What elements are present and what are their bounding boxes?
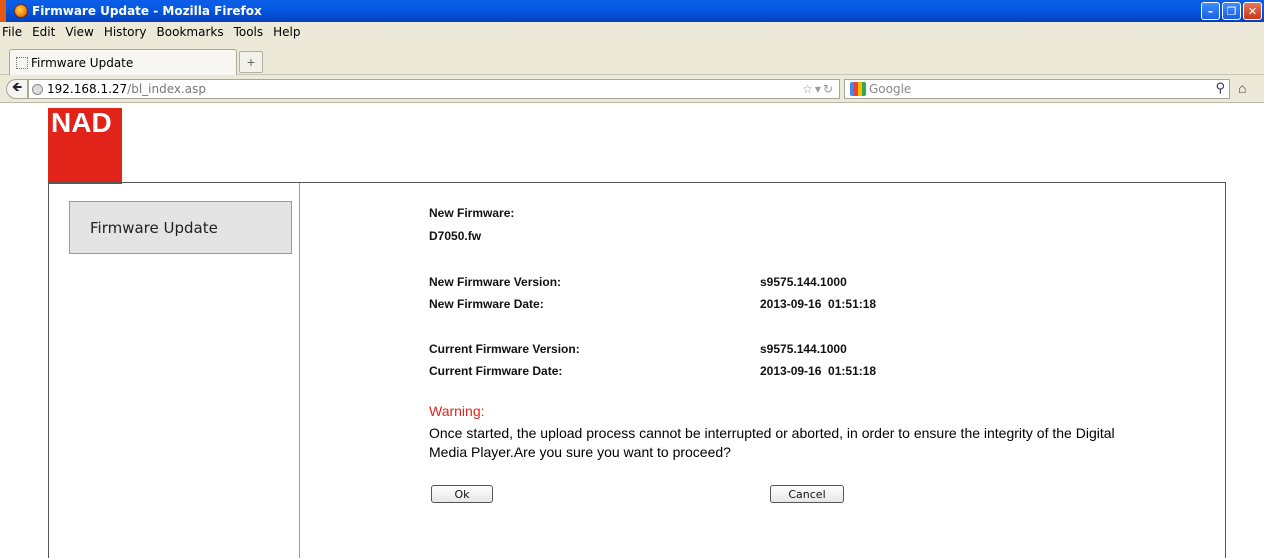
current-date-value: 2013-09-16 01:51:18	[760, 364, 877, 378]
window-controls: – ❐ ✕	[1201, 2, 1262, 20]
url-bar[interactable]: 192.168.1.27/bl_index.asp ☆▾↻	[28, 79, 840, 99]
search-bar[interactable]: Google ⚲	[844, 79, 1230, 99]
tab-strip: Firmware Update +	[0, 42, 1264, 75]
firmware-panel: Firmware Update New Firmware: D7050.fw N…	[48, 182, 1226, 558]
search-placeholder: Google	[869, 82, 912, 96]
menu-history[interactable]: History	[99, 25, 152, 39]
new-version-value: s9575.144.1000	[760, 275, 847, 289]
new-version-label: New Firmware Version:	[429, 275, 562, 289]
menu-help[interactable]: Help	[268, 25, 305, 39]
current-date-label: Current Firmware Date:	[429, 364, 563, 378]
warning-title: Warning:	[429, 403, 485, 419]
menu-view[interactable]: View	[60, 25, 98, 39]
menu-tools[interactable]: Tools	[229, 25, 269, 39]
page-content: NAD Firmware Update New Firmware: D7050.…	[0, 104, 1264, 558]
bookmark-star-reload-icons[interactable]: ☆▾↻	[802, 82, 835, 96]
minimize-icon[interactable]: –	[1201, 2, 1220, 20]
menu-bar: File Edit View History Bookmarks Tools H…	[0, 22, 1264, 42]
tab-firmware-update[interactable]: Firmware Update	[9, 49, 237, 75]
current-version-label: Current Firmware Version:	[429, 342, 580, 356]
close-icon[interactable]: ✕	[1243, 2, 1262, 20]
new-date-label: New Firmware Date:	[429, 297, 544, 311]
new-tab-button[interactable]: +	[239, 51, 263, 73]
url-host: 192.168.1.27	[47, 82, 128, 96]
navigation-bar: 🡸 192.168.1.27/bl_index.asp ☆▾↻ Google ⚲…	[0, 75, 1264, 103]
new-firmware-label: New Firmware:	[429, 206, 515, 220]
window-title: Firmware Update - Mozilla Firefox	[32, 4, 262, 18]
search-icon[interactable]: ⚲	[1215, 81, 1225, 96]
ok-button[interactable]: Ok	[431, 485, 493, 503]
back-arrow-icon[interactable]: 🡸	[6, 79, 28, 99]
nad-logo: NAD	[48, 108, 122, 184]
tab-label: Firmware Update	[31, 55, 134, 70]
home-icon[interactable]: ⌂	[1238, 80, 1246, 96]
menu-edit[interactable]: Edit	[27, 25, 60, 39]
new-date-value: 2013-09-16 01:51:18	[760, 297, 877, 311]
site-identity-icon[interactable]	[32, 83, 43, 95]
cancel-button[interactable]: Cancel	[770, 485, 844, 503]
google-engine-icon[interactable]	[850, 82, 866, 96]
sidebar: Firmware Update	[49, 183, 300, 558]
menu-file[interactable]: File	[0, 25, 27, 39]
url-path: /bl_index.asp	[127, 82, 207, 96]
sidebar-item-firmware-update[interactable]: Firmware Update	[69, 201, 292, 254]
firefox-icon	[14, 4, 28, 18]
firmware-details: New Firmware: D7050.fw New Firmware Vers…	[301, 183, 1227, 558]
titlebar-edge	[0, 0, 6, 22]
maximize-icon[interactable]: ❐	[1222, 2, 1241, 20]
menu-bookmarks[interactable]: Bookmarks	[152, 25, 229, 39]
new-firmware-file: D7050.fw	[429, 229, 482, 243]
warning-text: Once started, the upload process cannot …	[429, 425, 1115, 460]
current-version-value: s9575.144.1000	[760, 342, 847, 356]
page-favicon-icon	[16, 56, 28, 69]
window-titlebar: Firmware Update - Mozilla Firefox – ❐ ✕	[0, 0, 1264, 22]
